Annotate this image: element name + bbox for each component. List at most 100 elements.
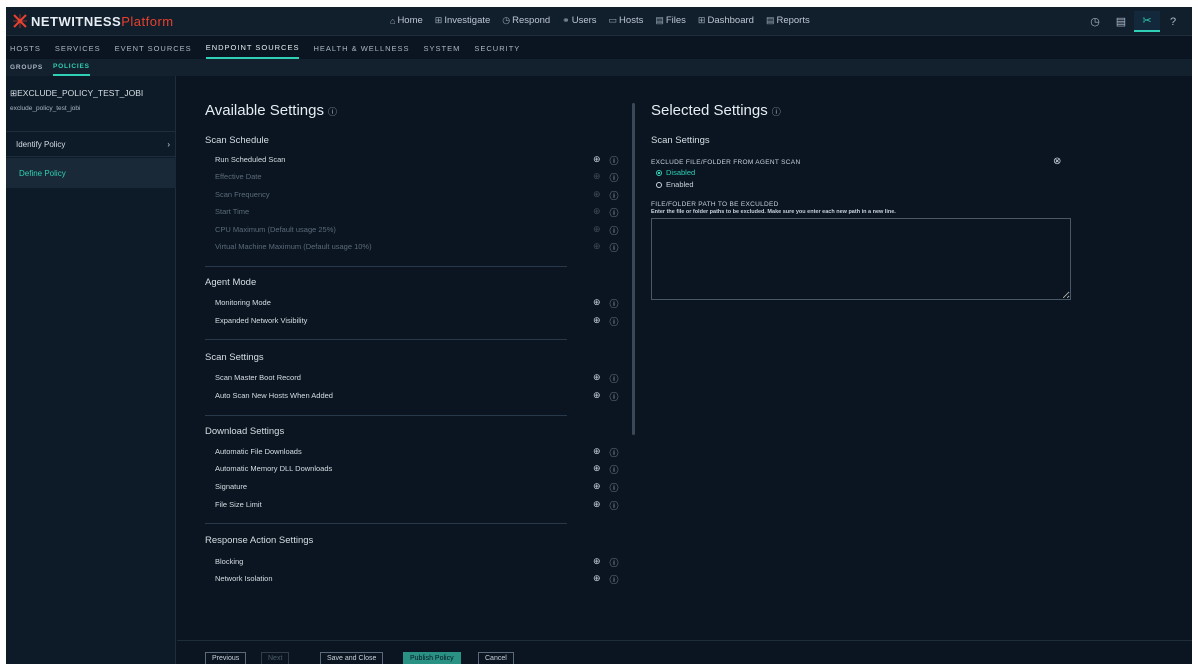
nav-investigate[interactable]: ⊞ Investigate [435,15,491,26]
exclude-file-folder-label: EXCLUDE FILE/FOLDER FROM AGENT SCAN [651,159,801,166]
tab-health-wellness[interactable]: HEALTH & WELLNESS [313,37,409,59]
setting-actions: ⊕ ⓘ [593,463,619,476]
nav-home[interactable]: ⌂ Home [390,15,423,26]
setting-actions: ⊕ ⓘ [593,189,619,202]
add-setting-icon[interactable]: ⊕ [593,297,601,310]
info-icon[interactable]: ⓘ [610,390,619,403]
add-setting-icon[interactable]: ⊕ [593,224,601,237]
setting-label: Start Time [215,207,250,216]
define-policy-panel: Available Settings ⓘ Selected Settings ⓘ S… [177,76,1192,664]
nav-respond[interactable]: ◷ Respond [502,15,550,26]
info-icon[interactable]: ⓘ [610,573,619,586]
files-icon: ▤ [655,15,664,25]
add-setting-icon[interactable]: ⊕ [593,315,601,328]
add-setting-icon[interactable]: ⊕ [593,463,601,476]
info-icon[interactable]: ⓘ [610,241,619,254]
nav-users[interactable]: ⚭ Users [562,15,596,26]
add-setting-icon[interactable]: ⊕ [593,206,601,219]
info-icon[interactable]: ⓘ [772,107,781,117]
add-setting-icon[interactable]: ⊕ [593,154,601,167]
nav-reports[interactable]: ▤ Reports [766,15,810,26]
previous-button[interactable]: Previous [205,652,247,664]
add-setting-icon[interactable]: ⊕ [593,573,601,586]
reports-icon: ▤ [765,15,775,25]
info-icon[interactable]: ⓘ [610,499,619,512]
setting-label: Scan Master Boot Record [215,373,301,382]
info-icon[interactable]: ⓘ [610,224,619,237]
setting-label: Virtual Machine Maximum (Default usage 1… [215,242,372,251]
admin-tools-icon[interactable]: ✂ [1134,11,1160,32]
info-icon[interactable]: ⓘ [610,171,619,184]
tool-icons: ◷ ▤ ✂ ? [1082,11,1186,32]
add-setting-icon[interactable]: ⊕ [593,241,601,254]
tab-system[interactable]: SYSTEM [424,37,461,59]
add-setting-icon[interactable]: ⊕ [593,372,601,385]
info-icon[interactable]: ⓘ [610,556,619,569]
setting-actions: ⊕ ⓘ [593,573,619,586]
save-and-close-button[interactable]: Save and Close [320,652,384,664]
info-icon[interactable]: ⓘ [610,297,619,310]
remove-setting-icon[interactable]: ⊗ [1053,156,1061,167]
tab-services[interactable]: SERVICES [55,37,101,59]
tab-security[interactable]: SECURITY [474,37,520,59]
tab-event-sources[interactable]: EVENT SOURCES [115,37,192,59]
section-heading: Download Settings [205,426,285,437]
add-setting-icon[interactable]: ⊕ [593,499,601,512]
cancel-button[interactable]: Cancel [478,652,514,664]
tab-endpoint-sources[interactable]: ENDPOINT SOURCES [205,37,300,59]
next-button[interactable]: Next [261,652,290,664]
tab-hosts[interactable]: HOSTS [10,37,41,59]
info-icon[interactable]: ⓘ [610,481,619,494]
setting-label: Expanded Network Visibility [215,316,308,325]
add-setting-icon[interactable]: ⊕ [593,390,601,403]
section-heading: Scan Schedule [205,135,269,146]
sidebar-item-identify-policy[interactable]: Identify Policy › [6,131,176,157]
info-icon[interactable]: ⓘ [328,107,337,117]
radio-disabled[interactable]: Disabled [656,168,695,177]
info-icon[interactable]: ⓘ [610,189,619,202]
available-settings-scrollbar[interactable] [632,103,635,435]
file-folder-path-textarea[interactable] [651,218,1071,300]
setting-label: Run Scheduled Scan [215,155,286,164]
info-icon[interactable]: ⓘ [610,446,619,459]
tab-groups[interactable]: GROUPS [10,59,43,76]
add-setting-icon[interactable]: ⊕ [593,556,601,569]
nav-dashboard[interactable]: ⊞ Dashboard [698,15,754,26]
add-setting-icon[interactable]: ⊕ [593,171,601,184]
info-icon[interactable]: ⓘ [610,315,619,328]
section-heading: Agent Mode [205,277,257,288]
nav-label: Files [665,15,686,26]
info-icon[interactable]: ⓘ [610,206,619,219]
policy-description: exclude_policy_test_jobi [10,105,81,112]
info-icon[interactable]: ⓘ [610,372,619,385]
info-icon[interactable]: ⓘ [610,463,619,476]
main-nav: ⌂ Home ⊞ Investigate ◷ Respond ⚭ Users ▭ Host… [390,15,810,26]
publish-policy-button[interactable]: Publish Policy [403,652,461,664]
setting-actions: ⊕ ⓘ [593,372,619,385]
nav-label: Hosts [619,15,644,26]
section-divider [205,523,567,524]
dashboard-icon: ⊞ [697,15,706,25]
chevron-right-icon: › [167,139,170,149]
nav-files[interactable]: ▤ Files [655,15,686,26]
add-setting-icon[interactable]: ⊕ [593,481,601,494]
sidebar-item-label: Define Policy [19,168,66,178]
add-setting-icon[interactable]: ⊕ [593,189,601,202]
add-setting-icon[interactable]: ⊕ [593,446,601,459]
radio-unselected-icon [656,181,662,188]
nav-hosts[interactable]: ▭ Hosts [609,15,644,26]
brand-logo[interactable]: NETWITNESS Platform [12,13,174,29]
help-icon[interactable]: ? [1160,11,1186,32]
setting-label: CPU Maximum (Default usage 25%) [215,225,336,234]
section-heading: Scan Settings [205,352,264,363]
nav-label: Respond [512,15,551,26]
sidebar-item-define-policy[interactable]: Define Policy [6,158,176,188]
home-icon: ⌂ [390,15,396,26]
info-icon[interactable]: ⓘ [610,154,619,167]
admin-sub-nav: HOSTS SERVICES EVENT SOURCES ENDPOINT SO… [6,37,1192,59]
tab-policies[interactable]: POLICIES [52,59,90,76]
timer-icon[interactable]: ◷ [1082,11,1108,32]
respond-icon: ◷ [502,15,511,25]
radio-enabled[interactable]: Enabled [656,180,694,189]
notes-icon[interactable]: ▤ [1108,11,1134,32]
